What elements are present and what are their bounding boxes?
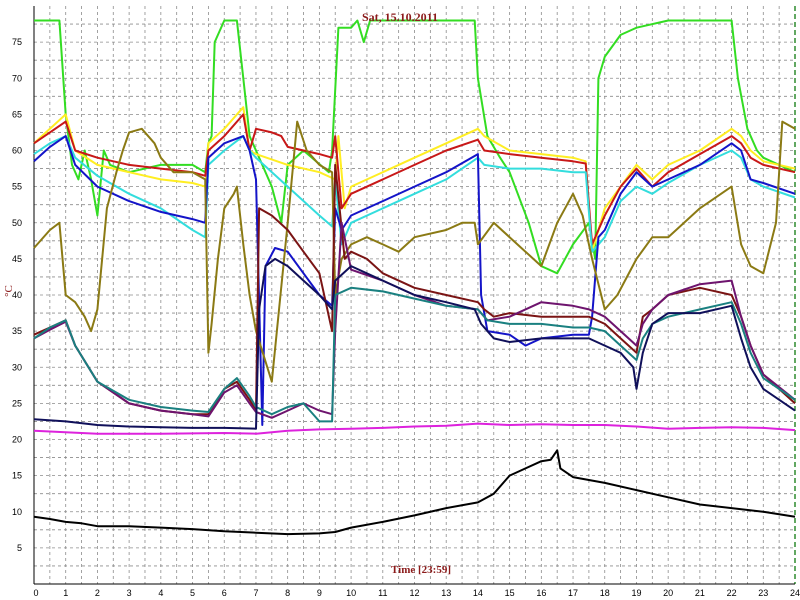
y-tick-label: 25 bbox=[12, 398, 22, 408]
y-tick-label: 10 bbox=[12, 507, 22, 517]
x-tick-label: 18 bbox=[600, 588, 610, 598]
y-tick-label: 50 bbox=[12, 218, 22, 228]
x-tick-label: 14 bbox=[473, 588, 483, 598]
x-tick-label: 22 bbox=[727, 588, 737, 598]
x-tick-label: 24 bbox=[790, 588, 800, 598]
x-tick-label: 7 bbox=[253, 588, 258, 598]
x-tick-label: 23 bbox=[758, 588, 768, 598]
y-tick-label: 30 bbox=[12, 362, 22, 372]
x-tick-label: 9 bbox=[317, 588, 322, 598]
x-tick-label: 10 bbox=[346, 588, 356, 598]
x-tick-label: 20 bbox=[663, 588, 673, 598]
y-tick-label: 35 bbox=[12, 326, 22, 336]
x-tick-label: 12 bbox=[409, 588, 419, 598]
temperature-line-chart: 0 1 2 3 4 5 6 7 8 9 10 11 12 13 14 15 16 17 18 19 20 21 22 23 24… bbox=[0, 0, 800, 600]
x-tick-label: 2 bbox=[95, 588, 100, 598]
y-tick-label: 60 bbox=[12, 146, 22, 156]
chart-background bbox=[0, 0, 800, 600]
y-tick-label: 65 bbox=[12, 109, 22, 119]
x-tick-label: 4 bbox=[158, 588, 163, 598]
x-tick-label: 21 bbox=[695, 588, 705, 598]
x-tick-label: 19 bbox=[631, 588, 641, 598]
y-tick-label: 45 bbox=[12, 254, 22, 264]
chart-title: Sat, 15.10.2011 bbox=[362, 10, 438, 24]
x-tick-label: 3 bbox=[127, 588, 132, 598]
y-tick-label: 55 bbox=[12, 182, 22, 192]
y-tick-label: 75 bbox=[12, 37, 22, 47]
y-tick-label: 70 bbox=[12, 73, 22, 83]
x-tick-label: 5 bbox=[190, 588, 195, 598]
x-tick-label: 0 bbox=[33, 588, 38, 598]
y-tick-label: 20 bbox=[12, 435, 22, 445]
x-tick-label: 15 bbox=[505, 588, 515, 598]
x-tick-label: 6 bbox=[222, 588, 227, 598]
x-tick-label: 13 bbox=[441, 588, 451, 598]
x-tick-label: 8 bbox=[285, 588, 290, 598]
x-tick-label: 16 bbox=[536, 588, 546, 598]
x-tick-label: 11 bbox=[378, 588, 387, 598]
y-tick-label: 5 bbox=[17, 543, 22, 553]
x-axis-label: Time [23:59] bbox=[391, 564, 451, 576]
x-tick-label: 17 bbox=[568, 588, 578, 598]
y-axis-label: °C bbox=[3, 285, 15, 297]
x-tick-label: 1 bbox=[63, 588, 68, 598]
y-tick-label: 15 bbox=[12, 471, 22, 481]
